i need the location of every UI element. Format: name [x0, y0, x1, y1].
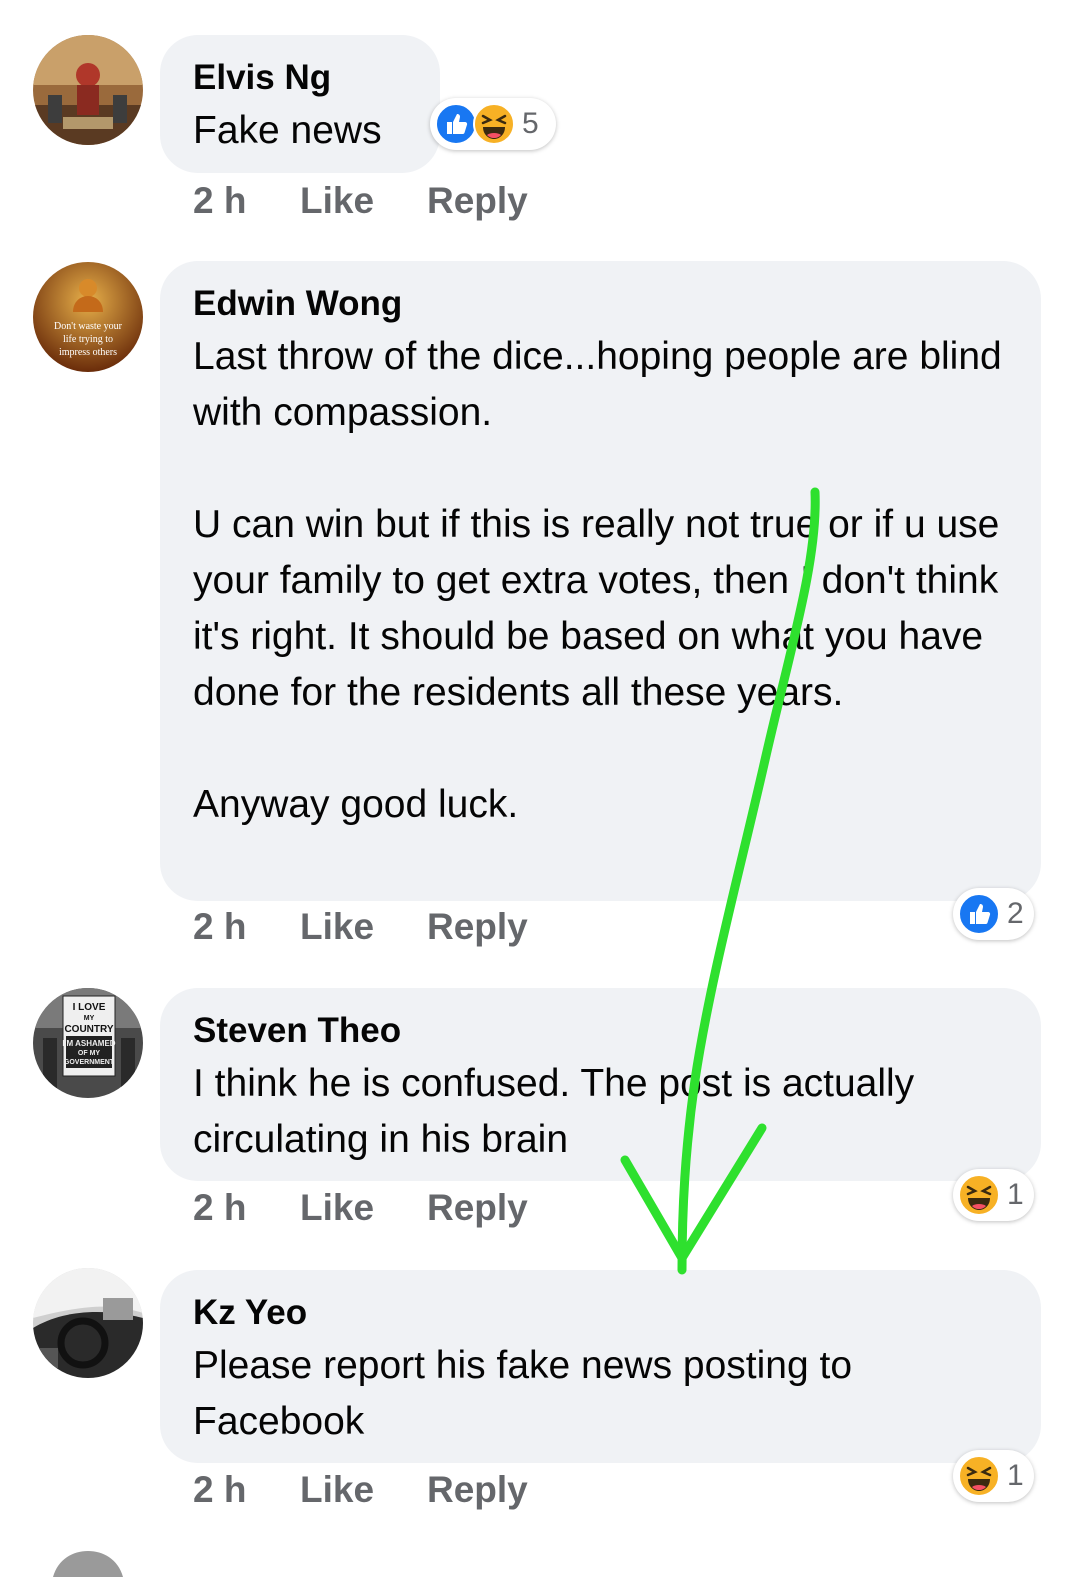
comment-actions: 2 h Like Reply	[193, 906, 528, 948]
comment-actions: 2 h Like Reply	[193, 1469, 528, 1511]
comment-actions: 2 h Like Reply	[193, 1187, 528, 1229]
reaction-summary[interactable]: 2	[953, 888, 1034, 940]
svg-text:life trying to: life trying to	[63, 334, 113, 345]
like-button[interactable]: Like	[300, 1187, 427, 1229]
avatar[interactable]	[33, 35, 143, 145]
reaction-count: 1	[1007, 1178, 1024, 1211]
reaction-summary[interactable]: 1	[953, 1450, 1034, 1502]
comment-text: Please report his fake news posting to F…	[193, 1344, 863, 1443]
avatar[interactable]: Don't waste your life trying to impress …	[33, 262, 143, 372]
like-icon	[958, 893, 1000, 935]
comment-bubble: Kz Yeo Please report his fake news posti…	[160, 1270, 1041, 1463]
reaction-count: 1	[1007, 1459, 1024, 1492]
comment-actions: 2 h Like Reply	[193, 180, 528, 222]
avatar-image	[33, 35, 143, 145]
comment-bubble: Edwin Wong Last throw of the dice...hopi…	[160, 261, 1041, 901]
avatar-image: Don't waste your life trying to impress …	[33, 262, 143, 372]
comment-text: Last throw of the dice...hoping people a…	[193, 335, 1002, 826]
avatar-image	[33, 1548, 143, 1577]
svg-text:OF MY: OF MY	[78, 1050, 100, 1057]
comment-author[interactable]: Steven Theo	[193, 1006, 1007, 1056]
svg-text:MY: MY	[84, 1015, 95, 1022]
like-button[interactable]: Like	[300, 1469, 427, 1511]
like-button[interactable]: Like	[300, 906, 427, 948]
reaction-count: 5	[522, 107, 539, 140]
svg-text:COUNTRY: COUNTRY	[64, 1024, 113, 1035]
avatar-image	[33, 1268, 143, 1378]
reaction-summary[interactable]: 1	[953, 1169, 1034, 1221]
svg-text:impress others: impress others	[59, 347, 117, 358]
comment-bubble: Steven Theo I think he is confused. The …	[160, 988, 1041, 1181]
avatar-partial[interactable]	[33, 1548, 143, 1577]
haha-icon	[958, 1455, 1000, 1497]
svg-text:I'M ASHAMED: I'M ASHAMED	[62, 1039, 115, 1048]
comment-author[interactable]: Kz Yeo	[193, 1288, 1007, 1338]
haha-icon	[473, 103, 515, 145]
reaction-count: 2	[1007, 897, 1024, 930]
haha-icon	[958, 1174, 1000, 1216]
avatar-image: I LOVE MY COUNTRY I'M ASHAMED OF MY GOVE…	[33, 988, 143, 1098]
comment-timestamp[interactable]: 2 h	[193, 1469, 300, 1511]
reply-button[interactable]: Reply	[427, 1469, 528, 1511]
svg-text:GOVERNMENT: GOVERNMENT	[64, 1059, 115, 1066]
reply-button[interactable]: Reply	[427, 180, 528, 222]
avatar[interactable]: I LOVE MY COUNTRY I'M ASHAMED OF MY GOVE…	[33, 988, 143, 1098]
comment-author[interactable]: Elvis Ng	[193, 53, 406, 103]
svg-text:I LOVE: I LOVE	[73, 1002, 106, 1013]
reply-button[interactable]: Reply	[427, 1187, 528, 1229]
avatar[interactable]	[33, 1268, 143, 1378]
reaction-summary[interactable]: 5	[430, 98, 556, 150]
comment-bubble: Elvis Ng Fake news	[160, 35, 440, 173]
svg-text:Don't waste your: Don't waste your	[54, 321, 123, 332]
comment-text: Fake news	[193, 109, 382, 152]
comment-author[interactable]: Edwin Wong	[193, 279, 1007, 329]
like-button[interactable]: Like	[300, 180, 427, 222]
comment-timestamp[interactable]: 2 h	[193, 1187, 300, 1229]
comment-timestamp[interactable]: 2 h	[193, 180, 300, 222]
reply-button[interactable]: Reply	[427, 906, 528, 948]
comment-timestamp[interactable]: 2 h	[193, 906, 300, 948]
comment-text: I think he is confused. The post is actu…	[193, 1062, 926, 1161]
